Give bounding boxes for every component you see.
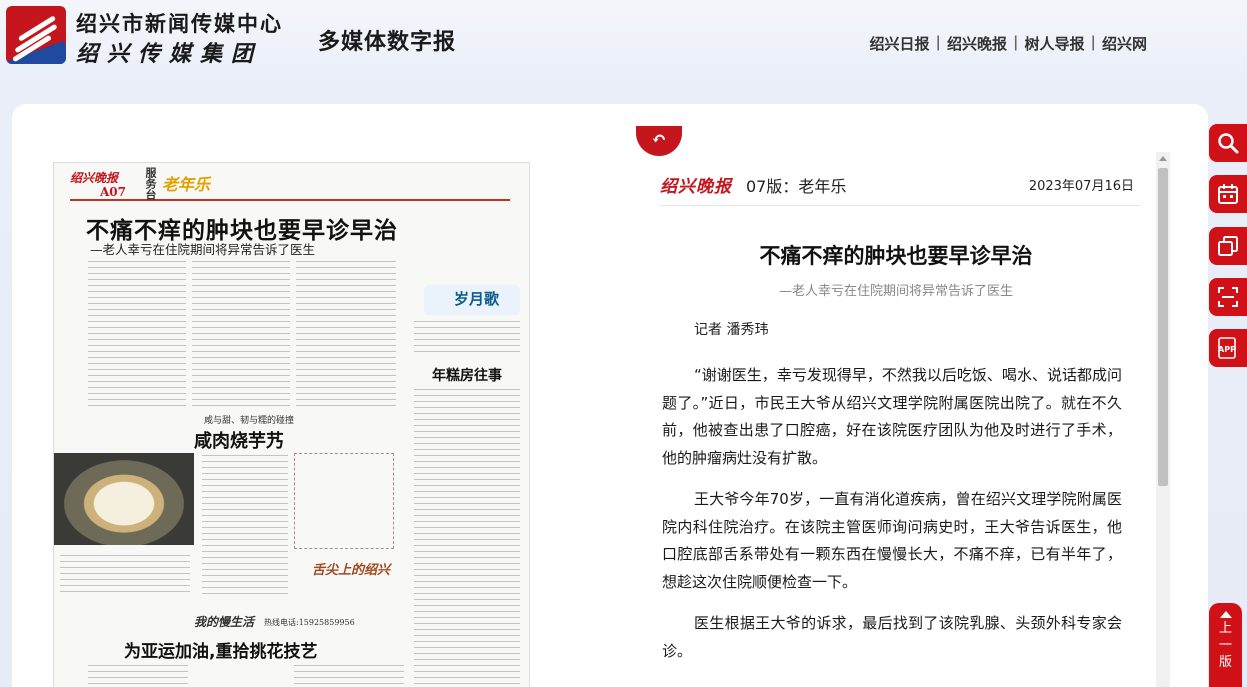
scan-icon: [1218, 287, 1238, 307]
calendar-icon: [1218, 184, 1238, 204]
back-button[interactable]: ↶: [636, 126, 682, 156]
calendar-tool-button[interactable]: [1209, 175, 1247, 213]
page-dish-kicker: 咸与甜、韧与糯的碰撞: [204, 416, 295, 426]
app-tool-button[interactable]: APP: [1209, 329, 1247, 367]
article-header: 绍兴晚报 07版：老年乐 2023年07月16日: [660, 166, 1140, 206]
prev-page-button[interactable]: 上一版: [1209, 603, 1242, 687]
search-icon: [1218, 133, 1239, 154]
page-text-block: [192, 261, 290, 411]
page-text-block: [60, 555, 190, 595]
page-paper-logo: 绍兴晚报: [70, 171, 119, 185]
page-song-badge: 岁月歌: [424, 285, 520, 315]
page-phone: 热线电话:15925859956: [264, 618, 355, 627]
scroll-thumb[interactable]: [1158, 168, 1168, 486]
page-column-brand: 老年乐: [162, 175, 211, 194]
page-text-block: [202, 455, 288, 595]
nav-separator: |: [1013, 33, 1019, 51]
article-paragraph: 王大爷今年70岁，一直有消化道疾病，曾在绍兴文理学院附属医院内科住院治疗。在该院…: [662, 490, 1122, 591]
page-life-column: 我的慢生活: [194, 615, 255, 629]
app-icon: APP: [1218, 337, 1236, 359]
nav-shaoxing-web[interactable]: 绍兴网: [1102, 33, 1147, 54]
prev-page-label: 上一版: [1218, 621, 1232, 670]
copy-icon: [1218, 236, 1238, 256]
media-group-logo[interactable]: [6, 6, 66, 64]
nav-separator: |: [1090, 33, 1096, 51]
app-icon-label: APP: [1218, 345, 1236, 354]
page-masthead: [70, 167, 510, 201]
page-headline3[interactable]: 为亚运加油,重拾挑花技艺: [124, 637, 317, 662]
dish-photo: [54, 453, 194, 545]
article-paragraph: 医生根据王大爷的诉求，最后找到了该院乳腺、头颈外科专家会诊。: [662, 614, 1122, 660]
page-subhead: —老人幸亏在住院期间将异常告诉了医生: [90, 242, 316, 257]
page-text-block: [88, 665, 188, 687]
publication-date: 2023年07月16日: [1028, 179, 1134, 194]
main-panel: 绍兴晚报 A07 服务台 老年乐 不痛不痒的肿块也要早诊早治 —老人幸亏在住院期…: [12, 104, 1208, 687]
up-arrow-icon: [1219, 611, 1232, 618]
article-byline: 记者 潘秀玮: [694, 322, 769, 338]
page-brush-caption: 舌尖上的绍兴: [312, 563, 391, 578]
recipe-box: [294, 453, 394, 549]
copy-tool-button[interactable]: [1209, 227, 1247, 265]
article-paper-logo: 绍兴晚报: [660, 177, 732, 197]
page-text-block: [414, 321, 520, 357]
org-name-line1: 绍兴市新闻传媒中心: [76, 11, 283, 36]
article-paragraph: “谢谢医生，幸亏发现得早，不然我以后吃饭、喝水、说话都成问题了。”近日，市民王大…: [662, 366, 1122, 467]
article-title: 不痛不痒的肿块也要早诊早治: [759, 244, 1033, 268]
article-body: “谢谢医生，幸亏发现得早，不然我以后吃饭、喝水、说话都成问题了。”近日，市民王大…: [662, 362, 1122, 679]
org-name-line2: 绍兴传媒集团: [76, 41, 263, 67]
page-text-block: [296, 261, 396, 411]
newspaper-page-image[interactable]: 绍兴晚报 A07 服务台 老年乐 不痛不痒的肿块也要早诊早治 —老人幸亏在住院期…: [53, 162, 530, 687]
scroll-up-arrow[interactable]: [1159, 156, 1167, 161]
page-dish-title[interactable]: 咸肉烧芋艿: [194, 427, 284, 453]
page-story2-title[interactable]: 年糕房往事: [432, 365, 502, 385]
nav-shaoxing-evening[interactable]: 绍兴晚报: [947, 33, 1007, 54]
page-text-block: [294, 665, 404, 687]
song-badge-label: 岁月歌: [454, 290, 500, 308]
page-section-code: A07: [100, 185, 127, 199]
top-nav: 绍兴日报 | 绍兴晚报 | 树人导报 | 绍兴网: [870, 33, 1147, 54]
nav-shaoxing-daily[interactable]: 绍兴日报: [870, 33, 930, 54]
page-text-block: [88, 261, 186, 411]
nav-shuren-guide[interactable]: 树人导报: [1025, 33, 1085, 54]
page-text-block: [414, 389, 520, 687]
site-header: 绍兴市新闻传媒中心 绍兴传媒集团 多媒体数字报 绍兴日报 | 绍兴晚报 | 树人…: [0, 0, 1247, 80]
article-scrollbar[interactable]: [1156, 152, 1170, 687]
scan-tool-button[interactable]: [1209, 278, 1247, 316]
digital-newspaper-title: 多媒体数字报: [318, 29, 457, 55]
search-tool-button[interactable]: [1209, 124, 1247, 162]
nav-separator: |: [935, 33, 942, 51]
page-column-label: 服务台: [144, 167, 157, 200]
article-subtitle: —老人幸亏在住院期间将异常告诉了医生: [778, 284, 1013, 299]
edition-label: 07版：老年乐: [746, 177, 847, 196]
